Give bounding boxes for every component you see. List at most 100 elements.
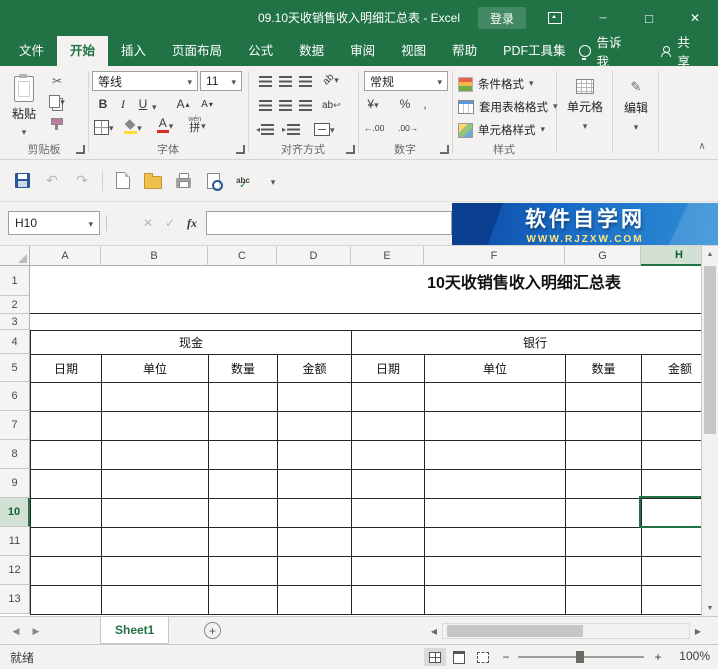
table-header-cell[interactable]: 单位 bbox=[102, 355, 209, 383]
cell[interactable] bbox=[425, 586, 566, 615]
horizontal-scrollbar[interactable] bbox=[442, 623, 690, 639]
row-header[interactable]: 1 bbox=[0, 266, 30, 296]
cell[interactable] bbox=[102, 412, 209, 441]
formula-input[interactable] bbox=[206, 211, 452, 235]
cell[interactable] bbox=[278, 586, 352, 615]
cell[interactable] bbox=[352, 528, 425, 557]
spelling-button[interactable]: abc bbox=[231, 169, 255, 193]
horizontal-scroll-thumb[interactable] bbox=[447, 625, 583, 637]
open-button[interactable] bbox=[141, 169, 165, 193]
cell[interactable] bbox=[209, 586, 278, 615]
cell[interactable] bbox=[278, 441, 352, 470]
cell[interactable] bbox=[566, 470, 642, 499]
row-header[interactable]: 3 bbox=[0, 314, 30, 330]
conditional-formatting-button[interactable]: 条件格式 bbox=[458, 74, 534, 94]
clipboard-dialog-launcher-icon[interactable] bbox=[76, 145, 85, 154]
cell[interactable] bbox=[352, 470, 425, 499]
row-header[interactable]: 5 bbox=[0, 354, 30, 382]
cell[interactable] bbox=[425, 441, 566, 470]
paste-button[interactable]: 粘贴 bbox=[4, 70, 44, 140]
cell[interactable] bbox=[31, 557, 102, 586]
cell[interactable] bbox=[566, 528, 642, 557]
cell[interactable] bbox=[278, 412, 352, 441]
tab-data[interactable]: 数据 bbox=[286, 36, 337, 66]
cell[interactable] bbox=[278, 528, 352, 557]
cell-styles-button[interactable]: 单元格样式 bbox=[458, 120, 545, 140]
increase-indent-button[interactable] bbox=[282, 120, 301, 138]
tab-insert[interactable]: 插入 bbox=[108, 36, 159, 66]
row-header[interactable]: 7 bbox=[0, 411, 30, 440]
ribbon-display-options-button[interactable] bbox=[544, 8, 566, 28]
percent-style-button[interactable]: % bbox=[396, 95, 414, 113]
save-button[interactable] bbox=[10, 169, 34, 193]
accounting-format-button[interactable]: ¥ bbox=[364, 95, 382, 113]
tab-pdf-tools[interactable]: PDF工具集 bbox=[490, 36, 579, 66]
cancel-button[interactable] bbox=[138, 211, 158, 235]
cell[interactable] bbox=[102, 528, 209, 557]
cell[interactable] bbox=[278, 499, 352, 528]
normal-view-button[interactable] bbox=[424, 648, 446, 666]
login-button[interactable]: 登录 bbox=[477, 7, 526, 29]
row-header[interactable]: 12 bbox=[0, 556, 30, 585]
editing-button[interactable]: 编辑 bbox=[614, 71, 658, 141]
cell[interactable] bbox=[352, 383, 425, 412]
number-dialog-launcher-icon[interactable] bbox=[440, 145, 449, 154]
column-header[interactable]: B bbox=[101, 246, 208, 266]
hscroll-right-icon[interactable] bbox=[690, 623, 706, 639]
table-header-cell[interactable]: 日期 bbox=[352, 355, 425, 383]
new-document-button[interactable] bbox=[111, 169, 135, 193]
cell[interactable] bbox=[566, 441, 642, 470]
column-header[interactable]: C bbox=[208, 246, 277, 266]
close-button[interactable] bbox=[672, 0, 718, 36]
section-header-cell[interactable]: 银行 bbox=[352, 331, 718, 355]
column-header[interactable]: G bbox=[565, 246, 641, 266]
cell[interactable] bbox=[31, 470, 102, 499]
page-layout-view-button[interactable] bbox=[448, 648, 470, 666]
font-size-combo[interactable]: 11 bbox=[200, 71, 242, 91]
format-painter-button[interactable] bbox=[48, 112, 66, 130]
cell[interactable] bbox=[352, 557, 425, 586]
font-dialog-launcher-icon[interactable] bbox=[236, 145, 245, 154]
print-preview-button[interactable] bbox=[201, 169, 225, 193]
phonetic-guide-button[interactable]: wén 拼 bbox=[188, 116, 206, 134]
decrease-font-size-button[interactable]: A ▾ bbox=[198, 95, 216, 113]
alignment-dialog-launcher-icon[interactable] bbox=[346, 145, 355, 154]
cell[interactable] bbox=[425, 383, 566, 412]
row-header[interactable]: 4 bbox=[0, 330, 30, 354]
sheet-nav-next-icon[interactable] bbox=[28, 623, 44, 639]
table-header-cell[interactable]: 数量 bbox=[209, 355, 278, 383]
cell[interactable] bbox=[31, 528, 102, 557]
name-box[interactable]: H10 bbox=[8, 211, 100, 235]
fill-color-button[interactable] bbox=[124, 118, 142, 136]
italic-button[interactable]: I bbox=[114, 95, 132, 113]
print-button[interactable] bbox=[171, 169, 195, 193]
cell[interactable] bbox=[209, 499, 278, 528]
cell[interactable] bbox=[102, 441, 209, 470]
row-header[interactable]: 13 bbox=[0, 585, 30, 614]
tab-page-layout[interactable]: 页面布局 bbox=[159, 36, 235, 66]
cell[interactable] bbox=[425, 412, 566, 441]
cell[interactable] bbox=[352, 441, 425, 470]
format-as-table-button[interactable]: 套用表格格式 bbox=[458, 97, 558, 117]
cell[interactable] bbox=[425, 499, 566, 528]
tab-formulas[interactable]: 公式 bbox=[235, 36, 286, 66]
cell[interactable] bbox=[31, 412, 102, 441]
increase-font-size-button[interactable]: A ▴ bbox=[174, 95, 192, 113]
cell[interactable] bbox=[209, 557, 278, 586]
undo-button[interactable] bbox=[40, 169, 64, 193]
sheet-title-cell[interactable]: 10天收销售收入明细汇总表 bbox=[330, 266, 718, 296]
cell[interactable] bbox=[566, 499, 642, 528]
orientation-button[interactable]: ab bbox=[321, 70, 340, 88]
cell[interactable] bbox=[102, 586, 209, 615]
cell[interactable] bbox=[102, 383, 209, 412]
cell[interactable] bbox=[31, 441, 102, 470]
row-header[interactable]: 9 bbox=[0, 469, 30, 498]
cell[interactable] bbox=[566, 412, 642, 441]
qat-customize-button[interactable] bbox=[261, 169, 285, 193]
increase-decimal-button[interactable]: ←.00 bbox=[364, 119, 384, 137]
sheet-nav-prev-icon[interactable] bbox=[8, 623, 24, 639]
cell[interactable] bbox=[278, 470, 352, 499]
tab-help[interactable]: 帮助 bbox=[439, 36, 490, 66]
cut-button[interactable] bbox=[48, 72, 66, 90]
table-header-cell[interactable]: 金额 bbox=[278, 355, 352, 383]
